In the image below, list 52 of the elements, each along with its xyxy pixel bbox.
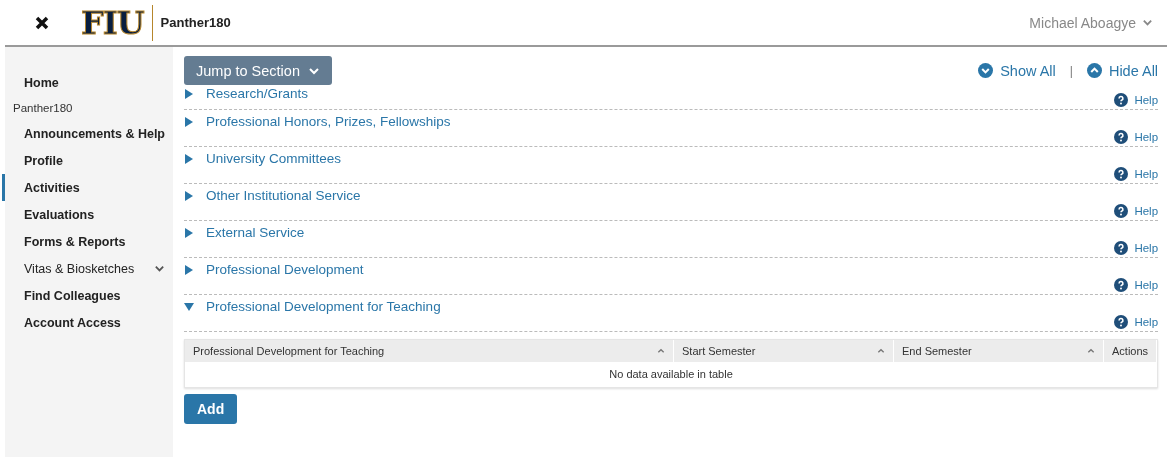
jump-to-section-button[interactable]: Jump to Section xyxy=(184,56,332,85)
help-link[interactable]: Help xyxy=(1114,241,1159,257)
help-icon xyxy=(1114,278,1129,292)
chevron-icon xyxy=(154,263,165,274)
help-link[interactable]: Help xyxy=(1114,204,1159,220)
section-title[interactable]: Professional Development for Teaching xyxy=(184,295,441,314)
section-title[interactable]: Professional Honors, Prizes, Fellowships xyxy=(184,110,451,129)
sidebar-item[interactable]: Evaluations xyxy=(2,201,173,228)
expand-icon xyxy=(978,63,994,78)
sort-icon xyxy=(877,347,885,355)
help-link[interactable]: Help xyxy=(1114,278,1159,294)
user-menu[interactable]: Michael Aboagye xyxy=(1029,14,1153,31)
help-link[interactable]: Help xyxy=(1114,315,1159,331)
column-header[interactable]: Actions xyxy=(1104,340,1158,362)
sort-icon xyxy=(657,347,665,355)
separator: | xyxy=(1069,63,1073,78)
help-icon xyxy=(1114,241,1129,255)
help-icon xyxy=(1114,204,1129,218)
sidebar-item[interactable]: Activities xyxy=(2,174,173,201)
help-link[interactable]: Help xyxy=(1114,167,1159,183)
help-icon xyxy=(1114,130,1129,144)
help-icon xyxy=(1114,93,1129,107)
help-link[interactable]: Help xyxy=(1114,93,1159,109)
add-button[interactable]: Add xyxy=(184,394,238,424)
column-header[interactable]: Start Semester xyxy=(674,340,894,362)
section-title[interactable]: Research/Grants xyxy=(184,82,309,101)
empty-message: No data available in table xyxy=(608,367,734,382)
show-all-link[interactable]: Show All xyxy=(1000,62,1056,79)
help-icon xyxy=(1114,315,1129,329)
collapse-icon xyxy=(1086,63,1102,78)
sidebar-item[interactable]: Find Colleagues xyxy=(2,282,173,309)
help-link[interactable]: Help xyxy=(1114,130,1159,146)
column-header[interactable]: Professional Development for Teaching xyxy=(185,340,674,362)
sidebar-item[interactable]: Home xyxy=(2,69,173,96)
close-icon[interactable] xyxy=(35,15,49,30)
sidebar-item[interactable]: Announcements & Help xyxy=(2,120,173,147)
section-title[interactable]: Other Institutional Service xyxy=(184,184,361,203)
sidebar-item[interactable]: Vitas & Biosketches xyxy=(2,255,173,282)
logo: FIU xyxy=(81,4,153,41)
section-title[interactable]: University Committees xyxy=(184,147,342,166)
section-title[interactable]: External Service xyxy=(184,221,305,240)
column-header[interactable]: End Semester xyxy=(894,340,1104,362)
section-title[interactable]: Professional Development xyxy=(184,258,364,277)
sidebar-item[interactable]: Account Access xyxy=(2,309,173,336)
caret-icon xyxy=(1142,17,1153,28)
hide-all-link[interactable]: Hide All xyxy=(1108,62,1159,79)
app-name: Panther180 xyxy=(160,15,231,30)
sidebar-item[interactable]: Forms & Reports xyxy=(2,228,173,255)
help-icon xyxy=(1114,167,1129,181)
sidebar-heading: Panther180 xyxy=(12,101,74,116)
sort-icon xyxy=(1087,347,1095,355)
sidebar-item[interactable]: Profile xyxy=(2,147,173,174)
